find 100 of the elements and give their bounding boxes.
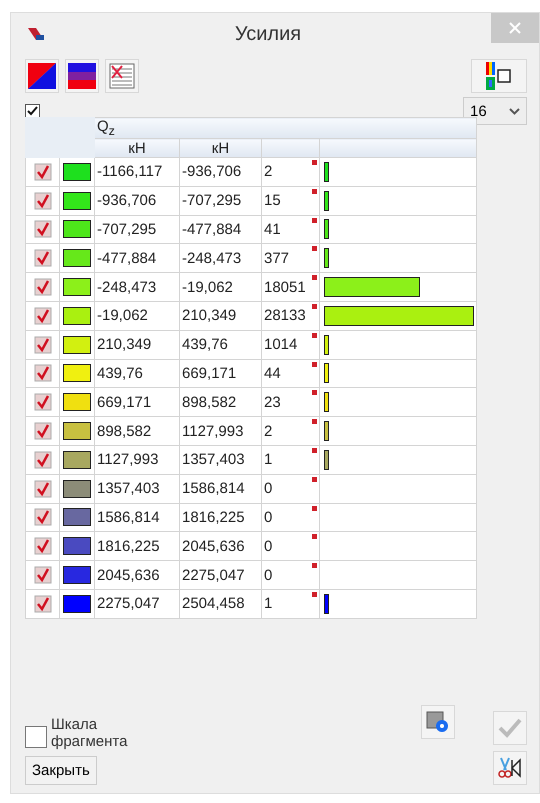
range-from-cell: -248,473 xyxy=(94,272,180,302)
range-to-cell: -19,062 xyxy=(180,272,262,302)
range-from-cell: 1357,403 xyxy=(94,474,180,504)
range-to-cell: 2504,458 xyxy=(180,589,262,618)
range-to-cell: -707,295 xyxy=(180,186,262,216)
marker-icon xyxy=(312,332,317,338)
gradient-toggle-button[interactable] xyxy=(25,59,59,93)
color-swatch[interactable] xyxy=(63,508,91,526)
count-cell: 0 xyxy=(264,480,272,498)
fragment-scale-checkbox[interactable] xyxy=(25,726,47,748)
count-cell: 377 xyxy=(264,250,290,267)
range-from-cell: 669,171 xyxy=(94,388,180,417)
color-swatch[interactable] xyxy=(63,422,91,440)
row-checkbox[interactable] xyxy=(34,278,52,296)
count-cell: 28133 xyxy=(264,307,306,324)
marker-icon xyxy=(312,534,317,540)
range-to-cell: 210,349 xyxy=(180,301,262,330)
fragment-scale-label: Шкала фрагмента xyxy=(51,716,128,750)
range-to-cell: -248,473 xyxy=(180,244,262,273)
range-to-cell: 1127,993 xyxy=(180,416,262,446)
range-from-cell: 1816,225 xyxy=(94,532,180,561)
marker-icon xyxy=(312,592,317,597)
row-checkbox[interactable] xyxy=(34,508,52,526)
range-to-cell: 1357,403 xyxy=(180,445,262,474)
count-cell: 1 xyxy=(264,595,272,612)
color-swatch[interactable] xyxy=(63,162,91,181)
count-cell: 0 xyxy=(264,538,272,555)
palette-button[interactable] xyxy=(471,59,527,93)
marker-icon xyxy=(312,476,317,482)
row-checkbox[interactable] xyxy=(34,336,52,354)
color-swatch[interactable] xyxy=(63,566,91,584)
color-swatch[interactable] xyxy=(63,450,91,469)
clear-table-button[interactable] xyxy=(105,59,139,93)
color-swatch[interactable] xyxy=(63,278,91,296)
color-swatch[interactable] xyxy=(63,594,91,613)
chevron-down-icon xyxy=(509,108,520,114)
row-checkbox[interactable] xyxy=(34,393,52,412)
color-swatch[interactable] xyxy=(63,249,91,268)
range-to-cell: 1816,225 xyxy=(180,503,262,532)
row-checkbox[interactable] xyxy=(34,450,52,469)
row-checkbox[interactable] xyxy=(34,566,52,584)
row-checkbox[interactable] xyxy=(34,537,52,556)
range-to-cell: 2275,047 xyxy=(180,560,262,590)
range-to-cell: 1586,814 xyxy=(180,474,262,504)
color-swatch[interactable] xyxy=(63,220,91,238)
color-bands-button[interactable] xyxy=(65,59,99,93)
row-checkbox[interactable] xyxy=(34,249,52,268)
color-swatch[interactable] xyxy=(63,393,91,412)
marker-icon xyxy=(312,362,317,367)
marker-icon xyxy=(312,448,317,453)
range-from-cell: -477,884 xyxy=(94,244,180,273)
range-from-cell: -707,295 xyxy=(94,215,180,244)
row-checkbox[interactable] xyxy=(34,422,52,440)
row-checkbox[interactable] xyxy=(34,594,52,613)
row-checkbox[interactable] xyxy=(34,364,52,382)
row-checkbox[interactable] xyxy=(34,306,52,325)
marker-icon xyxy=(312,246,317,252)
range-to-cell: 898,582 xyxy=(180,388,262,417)
checkmark-icon xyxy=(498,718,522,738)
color-swatch[interactable] xyxy=(63,192,91,210)
window-title: Усилия xyxy=(234,22,302,46)
count-cell: 0 xyxy=(264,566,272,584)
color-swatch[interactable] xyxy=(63,364,91,382)
close-dialog-button[interactable]: Закрыть xyxy=(25,756,97,785)
cut-button[interactable] xyxy=(493,751,527,785)
color-swatch[interactable] xyxy=(63,306,91,325)
range-to-cell: -936,706 xyxy=(180,158,262,186)
range-to-cell: -477,884 xyxy=(180,215,262,244)
count-cell: 41 xyxy=(264,220,281,238)
range-from-cell: 2045,636 xyxy=(94,560,180,590)
color-swatch[interactable] xyxy=(63,336,91,354)
count-cell: 1014 xyxy=(264,336,298,354)
show-all-checkbox[interactable] xyxy=(25,104,40,118)
range-from-cell: 210,349 xyxy=(94,330,180,360)
row-checkbox[interactable] xyxy=(34,192,52,210)
marker-icon xyxy=(312,390,317,396)
count-cell: 1 xyxy=(264,451,272,468)
color-bands-icon xyxy=(68,63,96,89)
range-to-cell: 439,76 xyxy=(180,330,262,360)
range-from-cell: 1586,814 xyxy=(94,503,180,532)
color-swatch[interactable] xyxy=(63,480,91,498)
marker-icon xyxy=(312,506,317,511)
marker-icon xyxy=(312,160,317,165)
marker-icon xyxy=(312,188,317,194)
color-swatch[interactable] xyxy=(63,537,91,556)
count-dropdown[interactable]: 16 xyxy=(463,97,527,125)
window-gear-icon xyxy=(426,711,450,733)
unit-header: кН xyxy=(180,138,262,158)
row-checkbox[interactable] xyxy=(34,162,52,181)
count-cell: 18051 xyxy=(264,278,306,296)
range-from-cell: -19,062 xyxy=(94,301,180,330)
count-cell: 2 xyxy=(264,422,272,440)
marker-icon xyxy=(312,218,317,223)
count-cell: 23 xyxy=(264,394,281,411)
count-cell: 2 xyxy=(264,163,272,180)
row-checkbox[interactable] xyxy=(34,480,52,498)
range-from-cell: 2275,047 xyxy=(94,589,180,618)
app-icon xyxy=(27,26,45,42)
row-checkbox[interactable] xyxy=(34,220,52,238)
settings-button[interactable] xyxy=(421,705,455,739)
